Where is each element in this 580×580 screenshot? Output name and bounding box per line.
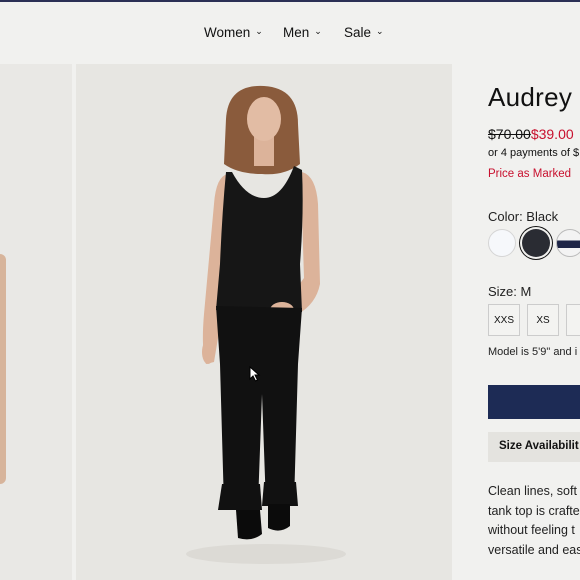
product-details-panel: Audrey $70.00$39.00 or 4 payments of $ P… <box>452 64 580 580</box>
nav-item-label: Women <box>204 25 251 40</box>
model-arm-partial <box>0 254 6 484</box>
color-label: Color: Black <box>488 209 559 224</box>
nav-item-sale[interactable]: Sale ⌄ <box>344 25 384 40</box>
main-navigation: Women ⌄ Men ⌄ Sale ⌄ <box>0 2 580 64</box>
nav-item-label: Sale <box>344 25 372 40</box>
price-row: $70.00$39.00 <box>488 126 574 142</box>
chevron-down-icon: ⌄ <box>376 26 384 36</box>
description-line: versatile and eas <box>488 542 580 557</box>
size-availability-button[interactable]: Size Availabilit <box>488 432 580 462</box>
price-note: Price as Marked <box>488 168 572 180</box>
model-size-note: Model is 5'9" and i <box>488 346 578 358</box>
color-swatch-navy-stripe[interactable] <box>556 229 580 257</box>
color-swatch-black[interactable] <box>522 229 550 257</box>
nav-item-men[interactable]: Men ⌄ <box>283 25 322 40</box>
add-to-bag-button[interactable] <box>488 385 580 419</box>
description-line: Clean lines, soft <box>488 484 577 498</box>
size-label: Size: M <box>488 284 532 299</box>
original-price: $70.00 <box>488 126 531 142</box>
nav-item-women[interactable]: Women ⌄ <box>204 25 263 40</box>
color-swatch-white[interactable] <box>488 229 516 257</box>
size-option-xxs[interactable]: XXS <box>488 304 520 336</box>
product-gallery <box>0 64 452 580</box>
chevron-down-icon: ⌄ <box>314 26 322 36</box>
description-line: tank top is crafte <box>488 503 580 518</box>
size-option-xs[interactable]: XS <box>527 304 559 336</box>
chevron-down-icon: ⌄ <box>255 26 263 36</box>
installment-payments-text: or 4 payments of $ <box>488 147 580 159</box>
product-photo-main[interactable] <box>76 64 452 580</box>
description-line: without feeling t <box>488 523 575 537</box>
nav-item-label: Men <box>283 25 310 40</box>
product-photo-previous[interactable] <box>0 64 72 580</box>
sale-price: $39.00 <box>530 126 574 142</box>
size-option-s[interactable] <box>566 304 580 336</box>
model-figure-image <box>76 64 452 580</box>
product-title: Audrey <box>488 82 573 112</box>
mouse-cursor-icon <box>249 366 261 382</box>
product-description: Clean lines, soft tank top is crafte wit… <box>488 482 580 560</box>
